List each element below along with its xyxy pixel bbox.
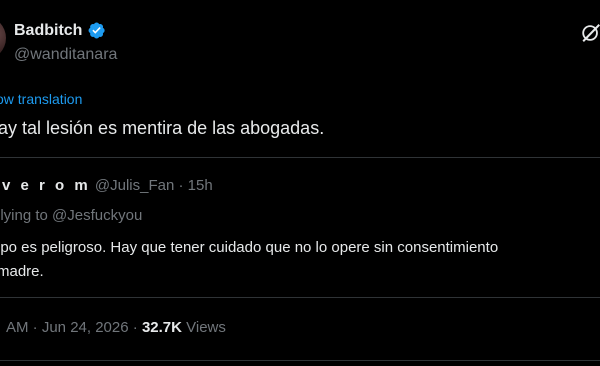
quoted-text-line-2: madre. (0, 263, 44, 280)
post-date[interactable]: Jun 24, 2026 (42, 319, 129, 336)
post-meta-row: AM · Jun 24, 2026 · 32.7K Views (6, 319, 226, 336)
quoted-post-text: ipo es peligroso. Hay que tener cuidado … (0, 236, 498, 284)
quoted-author-handle: @Julis_Fan (94, 177, 175, 194)
author-name-row: Badbitch (14, 21, 106, 40)
meta-separator: · (32, 319, 38, 336)
meta-separator-2: · (132, 319, 138, 336)
author-display-name[interactable]: Badbitch (14, 22, 82, 40)
views-label: Views (186, 319, 226, 336)
tweet-detail-view: Badbitch @wanditanara ow translation ay … (0, 0, 600, 366)
quoted-post-header: v e r o m @Julis_Fan · 15h (2, 177, 213, 194)
quoted-replying-to: plying to @Jesfuckyou (0, 207, 143, 224)
quoted-author-name: v e r o m (2, 177, 91, 194)
quoted-text-line-1: ipo es peligroso. Hay que tener cuidado … (0, 239, 499, 256)
quoted-timestamp: 15h (187, 177, 213, 194)
verified-badge-icon (89, 22, 106, 39)
divider (0, 360, 600, 361)
show-translation-link[interactable]: ow translation (0, 91, 82, 107)
avatar[interactable] (0, 16, 6, 60)
views-count: 32.7K (141, 319, 182, 336)
grok-icon[interactable] (580, 22, 600, 44)
author-handle[interactable]: @wanditanara (14, 46, 117, 64)
post-time[interactable]: AM (6, 319, 29, 336)
tweet-text: ay tal lesión es mentira de las abogadas… (0, 118, 325, 138)
quoted-separator: · (178, 177, 184, 194)
